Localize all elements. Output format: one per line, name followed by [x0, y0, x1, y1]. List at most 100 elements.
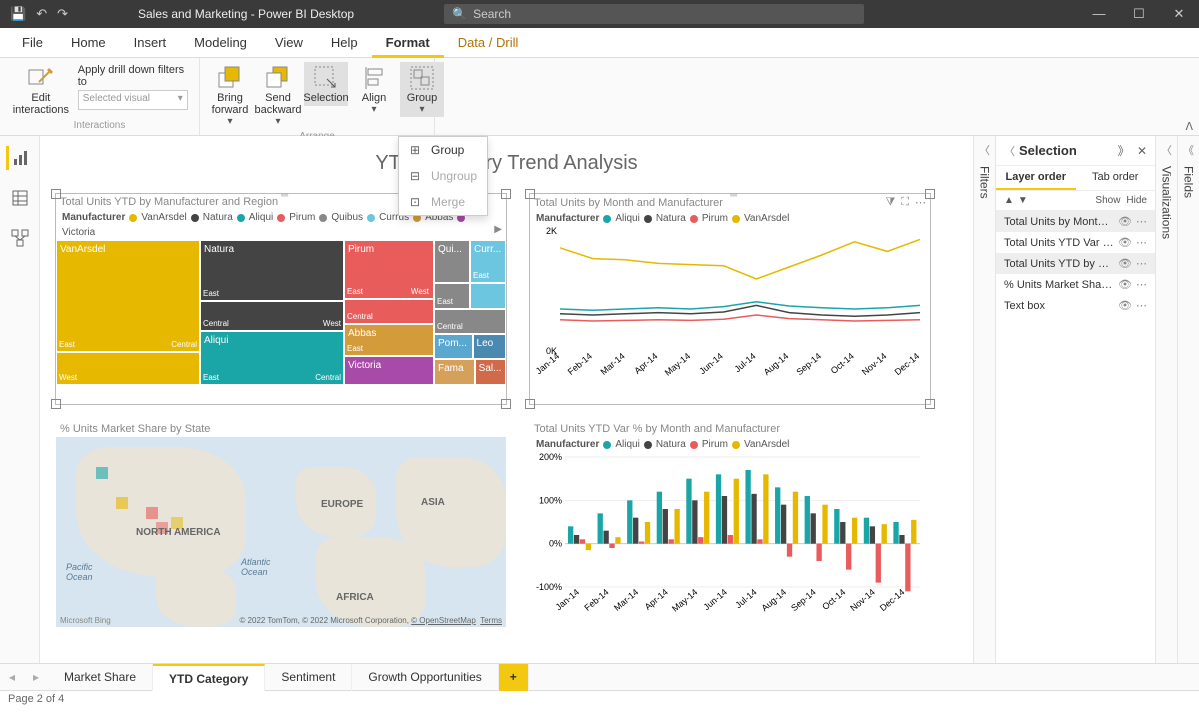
linechart-body: 0K2KJan-14Feb-14Mar-14Apr-14May-14Jun-14…	[530, 226, 925, 381]
linechart-visual[interactable]: ═ Total Units by Month and Manufacturer …	[530, 194, 930, 404]
search-icon: 🔍	[452, 7, 467, 21]
expand-icon[interactable]: 》	[1118, 144, 1130, 158]
move-up-icon[interactable]: ▲	[1004, 195, 1014, 206]
save-icon[interactable]: 💾	[10, 6, 26, 22]
more-icon[interactable]: ⋯	[1136, 299, 1147, 312]
svg-text:100%: 100%	[539, 495, 562, 505]
menu-help[interactable]: Help	[317, 28, 372, 58]
report-canvas[interactable]: YTD Category Trend Analysis ═ Total Unit…	[40, 136, 973, 663]
svg-text:Oct-14: Oct-14	[829, 351, 856, 376]
prev-page-icon[interactable]: ◂	[0, 670, 24, 684]
more-icon[interactable]: ⋯	[1136, 278, 1147, 291]
show-button[interactable]: Show	[1095, 195, 1120, 206]
svg-text:Aug-14: Aug-14	[759, 587, 788, 613]
visibility-icon[interactable]: 👁	[1118, 236, 1132, 249]
menu-format[interactable]: Format	[372, 28, 444, 58]
menu-file[interactable]: File	[8, 28, 57, 58]
undo-icon[interactable]: ↶	[36, 6, 47, 22]
chevron-left-icon[interactable]: 〈	[979, 142, 990, 158]
svg-text:Aug-14: Aug-14	[762, 351, 791, 377]
chevron-left-icon[interactable]: 〈	[1161, 142, 1172, 158]
menubar: FileHomeInsertModelingViewHelpFormatData…	[0, 28, 1199, 58]
svg-text:Jun-14: Jun-14	[701, 587, 729, 612]
minimize-button[interactable]: —	[1079, 6, 1119, 22]
filters-rail[interactable]: 〈 Filters	[973, 136, 995, 663]
search-box[interactable]: 🔍 Search	[444, 4, 864, 24]
svg-text:Apr-14: Apr-14	[632, 351, 659, 376]
data-view-icon[interactable]	[8, 186, 32, 210]
svg-text:0%: 0%	[549, 539, 562, 549]
svg-text:Sep-14: Sep-14	[789, 587, 818, 613]
edit-interactions-button[interactable]: Edit interactions	[8, 62, 74, 118]
ungroup-menuitem[interactable]: ⊟Ungroup	[399, 163, 487, 189]
model-view-icon[interactable]	[8, 226, 32, 250]
selection-item[interactable]: % Units Market Share ...👁⋯	[996, 274, 1155, 295]
bring-forward-button[interactable]: Bring forward▾	[208, 62, 252, 129]
svg-text:200%: 200%	[539, 452, 562, 462]
menu-modeling[interactable]: Modeling	[180, 28, 261, 58]
svg-text:Feb-14: Feb-14	[582, 587, 610, 613]
maximize-button[interactable]: ☐	[1119, 6, 1159, 22]
legend-scroll-icon[interactable]: ▶	[494, 224, 502, 235]
visibility-icon[interactable]: 👁	[1118, 215, 1132, 228]
selection-button[interactable]: Selection	[304, 62, 348, 106]
map-visual[interactable]: % Units Market Share by State NORTH AMER…	[56, 421, 506, 631]
svg-text:May-14: May-14	[670, 587, 699, 614]
move-down-icon[interactable]: ▼	[1018, 195, 1028, 206]
layer-order-tab[interactable]: Layer order	[996, 166, 1076, 190]
group-button[interactable]: Group▾	[400, 62, 444, 117]
ribbon-collapse-icon[interactable]: ᐱ	[1185, 120, 1193, 133]
more-icon[interactable]: ⋯	[1136, 236, 1147, 249]
merge-menuitem[interactable]: ⊡Merge	[399, 189, 487, 215]
send-backward-button[interactable]: Send backward▾	[256, 62, 300, 129]
page-tab[interactable]: Growth Opportunities	[352, 664, 498, 691]
visibility-icon[interactable]: 👁	[1118, 299, 1132, 312]
selection-item[interactable]: Text box👁⋯	[996, 295, 1155, 316]
visualizations-rail[interactable]: 〈 Visualizations	[1155, 136, 1177, 663]
close-icon[interactable]: ✕	[1137, 144, 1147, 158]
terms-link[interactable]: Terms	[480, 616, 502, 625]
selection-item[interactable]: Total Units YTD by Ma...👁⋯	[996, 253, 1155, 274]
more-icon[interactable]: ⋯	[1136, 215, 1147, 228]
redo-icon[interactable]: ↷	[57, 6, 68, 22]
tab-order-tab[interactable]: Tab order	[1076, 166, 1156, 190]
align-button[interactable]: Align▾	[352, 62, 396, 117]
visibility-icon[interactable]: 👁	[1118, 278, 1132, 291]
ribbon: Edit interactions Apply drill down filte…	[0, 58, 1199, 136]
fields-rail[interactable]: 《 Fields	[1177, 136, 1199, 663]
report-view-icon[interactable]	[6, 146, 30, 170]
filter-icon[interactable]: ⧩	[885, 196, 895, 209]
menu-datadrill[interactable]: Data / Drill	[444, 28, 533, 58]
group-menuitem[interactable]: ⊞Group	[399, 137, 487, 163]
barchart-body: -100%0%100%200%Jan-14Feb-14Mar-14Apr-14M…	[530, 452, 925, 617]
more-icon[interactable]: ⋯	[1136, 257, 1147, 270]
group-icon	[408, 64, 436, 92]
treemap-body[interactable]: VanArsdelEastCentral West NaturaEast Cen…	[56, 240, 506, 385]
chevron-left-icon[interactable]: 〈	[1004, 143, 1015, 159]
chevron-double-left-icon[interactable]: 《	[1183, 142, 1194, 158]
svg-text:Oct-14: Oct-14	[820, 587, 847, 612]
treemap-visual[interactable]: ═ Total Units YTD by Manufacturer and Re…	[56, 194, 506, 404]
page-tab[interactable]: Sentiment	[265, 664, 352, 691]
ungroup-icon: ⊟	[407, 169, 423, 183]
next-page-icon[interactable]: ▸	[24, 670, 48, 684]
focus-icon[interactable]: ⛶	[901, 196, 909, 209]
menu-view[interactable]: View	[261, 28, 317, 58]
apply-drill-label: Apply drill down filters to	[78, 64, 191, 88]
drill-target-dropdown[interactable]: Selected visual ▾	[78, 90, 188, 110]
selection-item[interactable]: Total Units YTD Var % ...👁⋯	[996, 232, 1155, 253]
group-icon: ⊞	[407, 143, 423, 157]
page-tab[interactable]: Market Share	[48, 664, 153, 691]
selection-item[interactable]: Total Units by Month ...👁⋯	[996, 211, 1155, 232]
page-tab[interactable]: YTD Category	[153, 664, 265, 691]
close-button[interactable]: ✕	[1159, 6, 1199, 22]
visibility-icon[interactable]: 👁	[1118, 257, 1132, 270]
menu-home[interactable]: Home	[57, 28, 120, 58]
menu-insert[interactable]: Insert	[120, 28, 181, 58]
map-body[interactable]: NORTH AMERICA EUROPE ASIA AFRICA Pacific…	[56, 437, 506, 627]
hide-button[interactable]: Hide	[1126, 195, 1147, 206]
svg-text:Nov-14: Nov-14	[848, 587, 877, 613]
osm-link[interactable]: © OpenStreetMap	[411, 616, 476, 625]
add-page-button[interactable]: +	[499, 664, 529, 691]
barchart-visual[interactable]: Total Units YTD Var % by Month and Manuf…	[530, 421, 930, 631]
